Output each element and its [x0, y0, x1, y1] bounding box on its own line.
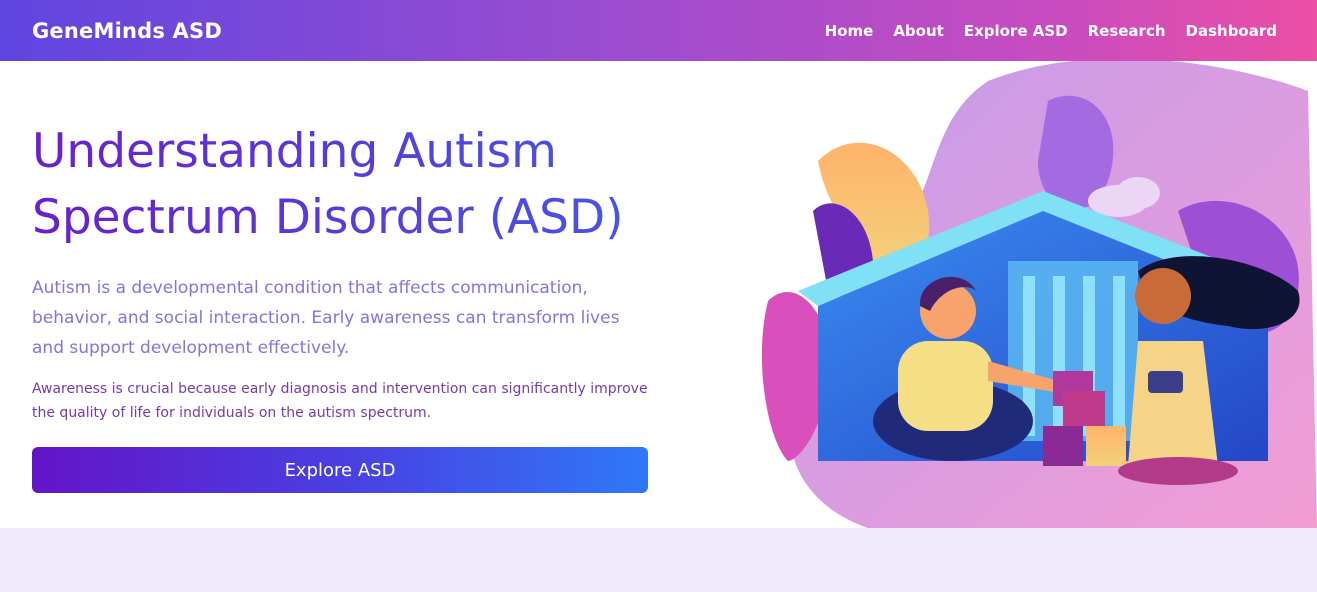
- lower-section: [0, 528, 1317, 592]
- hero-lead: Autism is a developmental condition that…: [32, 278, 620, 358]
- top-navbar: GeneMinds ASD Home About Explore ASD Res…: [0, 0, 1317, 61]
- hero-title-line-2: Spectrum Disorder (ASD): [32, 190, 624, 245]
- brand-logo[interactable]: GeneMinds ASD: [32, 19, 222, 43]
- nav-link-dashboard[interactable]: Dashboard: [1186, 22, 1277, 40]
- hero-section: Understanding Autism Spectrum Disorder (…: [0, 61, 1317, 528]
- nav-link-home[interactable]: Home: [825, 22, 874, 40]
- nav-link-about[interactable]: About: [893, 22, 944, 40]
- hero-title-line-1: Understanding Autism: [32, 124, 557, 179]
- explore-asd-button[interactable]: Explore ASD: [32, 447, 648, 493]
- hero-note: Awareness is crucial because early diagn…: [32, 381, 648, 421]
- children-playing-illustration: [761, 61, 1317, 528]
- hero-title: Understanding Autism Spectrum Disorder (…: [32, 119, 672, 251]
- hero-text: Understanding Autism Spectrum Disorder (…: [32, 119, 672, 425]
- main-nav: Home About Explore ASD Research Dashboar…: [825, 22, 1277, 40]
- nav-link-research[interactable]: Research: [1088, 22, 1166, 40]
- nav-link-explore-asd[interactable]: Explore ASD: [964, 22, 1068, 40]
